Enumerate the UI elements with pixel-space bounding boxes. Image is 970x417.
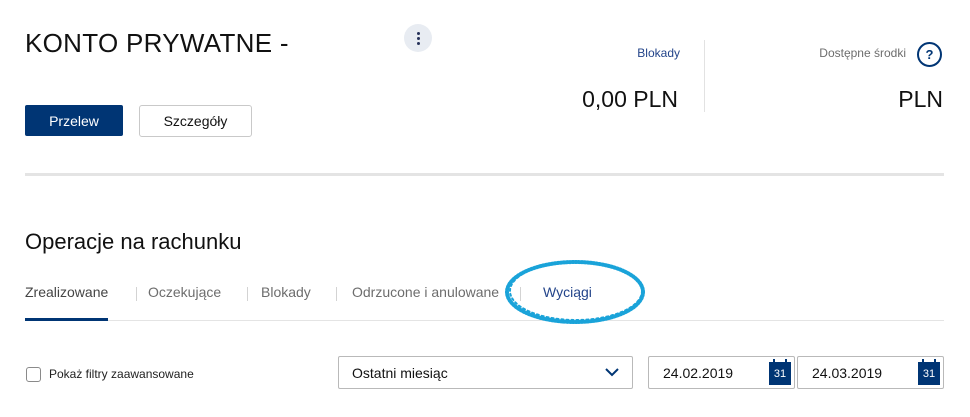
tab-separator: [520, 287, 521, 301]
chevron-down-icon: [605, 368, 619, 377]
tab-separator: [336, 287, 337, 301]
tab-separator: [247, 287, 248, 301]
blocked-amount: 0,00 PLN: [582, 86, 678, 112]
available-funds-amount: PLN: [898, 86, 943, 112]
account-title: KONTO PRYWATNE -: [25, 28, 289, 58]
balance-divider: [704, 40, 705, 112]
date-from-field[interactable]: 24.02.2019 31: [648, 356, 795, 389]
transfer-button[interactable]: Przelew: [25, 105, 123, 136]
period-select[interactable]: Ostatni miesiąc: [338, 356, 633, 389]
active-tab-indicator: [25, 318, 108, 321]
operations-title: Operacje na rachunku: [25, 229, 242, 254]
period-select-value: Ostatni miesiąc: [352, 365, 448, 381]
calendar-icon[interactable]: 31: [918, 359, 940, 385]
tab-rejected-cancelled[interactable]: Odrzucone i anulowane: [352, 284, 499, 300]
tab-completed[interactable]: Zrealizowane: [25, 284, 108, 300]
tab-statements[interactable]: Wyciągi: [543, 284, 592, 300]
advanced-filters-checkbox[interactable]: [26, 367, 41, 382]
tab-blocked[interactable]: Blokady: [261, 284, 311, 300]
calendar-icon[interactable]: 31: [769, 359, 791, 385]
tab-separator: [136, 287, 137, 301]
tab-pending[interactable]: Oczekujące: [148, 284, 221, 300]
tabs-baseline: [25, 320, 944, 321]
date-from-value: 24.02.2019: [663, 365, 734, 381]
blocked-label: Blokady: [637, 46, 680, 60]
advanced-filters-label: Pokaż filtry zaawansowane: [49, 367, 194, 381]
available-funds-label: Dostępne środki: [819, 46, 906, 60]
help-icon[interactable]: ?: [917, 42, 942, 67]
date-to-value: 24.03.2019: [812, 365, 883, 381]
details-button[interactable]: Szczegóły: [139, 105, 252, 137]
section-divider: [25, 173, 944, 176]
date-to-field[interactable]: 24.03.2019 31: [797, 356, 944, 389]
more-options-icon[interactable]: [404, 24, 432, 52]
